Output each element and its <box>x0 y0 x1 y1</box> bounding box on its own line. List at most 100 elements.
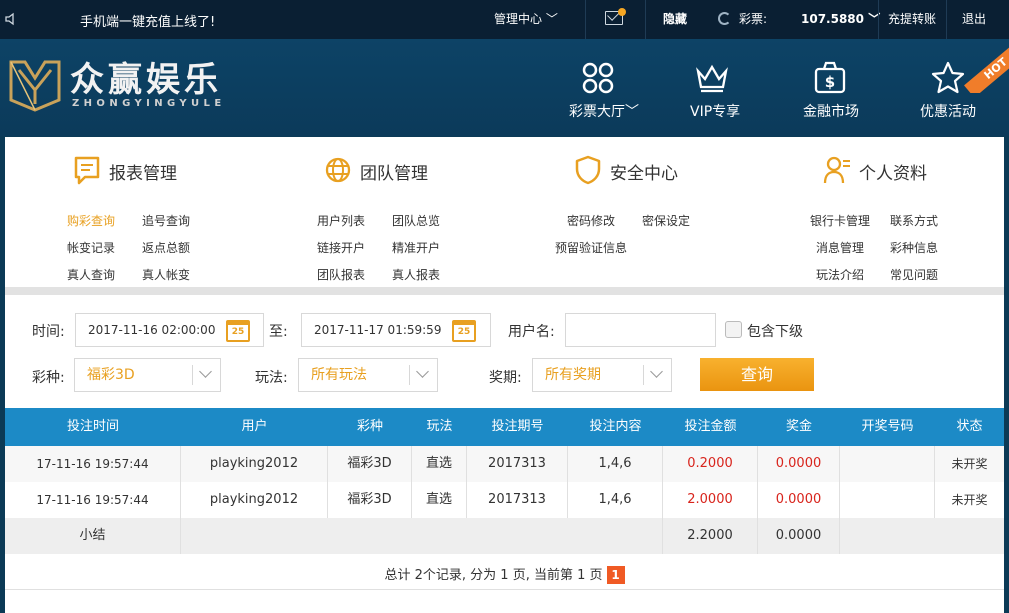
play-select[interactable]: 所有玩法 <box>298 358 438 392</box>
table-row[interactable]: 17-11-16 19:57:44 playking2012 福彩3D 直选 2… <box>5 482 1004 518</box>
col-user[interactable]: 用户 <box>181 408 328 446</box>
logo-icon[interactable] <box>7 56 63 112</box>
link-bet-query[interactable]: 购彩查询 <box>67 212 115 229</box>
cell-amount: 0.2000 <box>663 446 758 482</box>
section-title-team: 团队管理 <box>360 164 428 184</box>
link-team-overview[interactable]: 团队总览 <box>392 212 440 229</box>
username-input[interactable] <box>565 313 716 347</box>
cell-play: 直选 <box>412 446 467 482</box>
separator <box>946 0 947 39</box>
link-live-query[interactable]: 真人查询 <box>67 266 115 283</box>
issue-select[interactable]: 所有奖期 <box>532 358 672 392</box>
cell-issue: 2017313 <box>467 446 568 482</box>
issue-select-value: 所有奖期 <box>545 367 601 383</box>
lottery-select[interactable]: 福彩3D <box>74 358 221 392</box>
username-label: 用户名: <box>508 324 555 340</box>
cell-bet-time: 17-11-16 19:57:44 <box>5 482 181 518</box>
calendar-icon[interactable]: 25 <box>452 320 476 342</box>
link-lottery-info[interactable]: 彩种信息 <box>890 239 938 256</box>
col-play[interactable]: 玩法 <box>412 408 467 446</box>
chevron-down-icon: ﹀ <box>542 12 558 26</box>
subtotal-spacer <box>181 518 663 554</box>
chevron-down-icon: ﹀ <box>625 104 639 120</box>
logout-button[interactable]: 退出 <box>962 0 986 39</box>
col-amount[interactable]: 投注金额 <box>663 408 758 446</box>
col-issue[interactable]: 投注期号 <box>467 408 568 446</box>
chevron-down-icon <box>643 365 671 385</box>
table-header: 投注时间 用户 彩种 玩法 投注期号 投注内容 投注金额 奖金 开奖号码 状态 <box>5 408 1004 446</box>
pagination: 总计 2个记录, 分为 1 页, 当前第 1 页1 <box>5 564 1004 584</box>
table-row[interactable]: 17-11-16 19:57:44 playking2012 福彩3D 直选 2… <box>5 446 1004 482</box>
section-title-profile: 个人资料 <box>859 164 927 184</box>
nav-promotions[interactable]: 优惠活动 <box>920 101 976 121</box>
link-team-report[interactable]: 团队报表 <box>317 266 365 283</box>
crown-icon[interactable] <box>695 63 729 93</box>
balance-value: 107.5880 <box>801 12 865 26</box>
subtotal-empty <box>840 518 1004 554</box>
cell-play: 直选 <box>412 482 467 518</box>
cell-bonus: 0.0000 <box>758 482 840 518</box>
nav-finance[interactable]: 金融市场 <box>803 101 859 121</box>
link-precise-signup[interactable]: 精准开户 <box>392 239 440 256</box>
link-chase-query[interactable]: 追号查询 <box>142 212 190 229</box>
shield-icon <box>575 155 601 185</box>
col-lottery[interactable]: 彩种 <box>328 408 412 446</box>
col-content[interactable]: 投注内容 <box>568 408 663 446</box>
separator <box>645 0 646 39</box>
nav-label: 彩票大厅 <box>569 104 625 120</box>
hide-balance-button[interactable]: 隐藏 <box>663 0 687 39</box>
link-live-report[interactable]: 真人报表 <box>392 266 440 283</box>
link-play-guide[interactable]: 玩法介绍 <box>816 266 864 283</box>
cell-draw-number <box>840 446 935 482</box>
link-reserved-verification[interactable]: 预留验证信息 <box>555 239 627 256</box>
main-panel: 报表管理 购彩查询 追号查询 帐变记录 返点总额 真人查询 真人帐变 团队管理 … <box>5 137 1004 613</box>
grid-icon[interactable] <box>581 61 615 95</box>
play-select-value: 所有玩法 <box>311 367 367 383</box>
link-bank-card[interactable]: 银行卡管理 <box>810 212 870 229</box>
balance-menu[interactable]: 107.5880 ﹀ <box>801 0 880 39</box>
link-live-account[interactable]: 真人帐变 <box>142 266 190 283</box>
manage-center-label: 管理中心 <box>494 12 543 26</box>
notice-text[interactable]: 手机端一键充值上线了! <box>80 11 215 30</box>
col-status[interactable]: 状态 <box>935 408 1004 446</box>
cell-lottery: 福彩3D <box>328 482 412 518</box>
link-account-changes[interactable]: 帐变记录 <box>67 239 115 256</box>
lottery-label: 彩种: <box>32 370 65 386</box>
col-bonus[interactable]: 奖金 <box>758 408 840 446</box>
nav-vip[interactable]: VIP专享 <box>690 101 740 121</box>
calendar-icon[interactable]: 25 <box>226 320 250 342</box>
globe-icon <box>325 157 351 183</box>
cell-bonus: 0.0000 <box>758 446 840 482</box>
to-label: 至: <box>269 324 288 340</box>
play-label: 玩法: <box>255 370 288 386</box>
query-button[interactable]: 查询 <box>700 358 814 391</box>
include-sub-checkbox[interactable] <box>725 321 742 338</box>
link-change-password[interactable]: 密码修改 <box>567 212 615 229</box>
cell-issue: 2017313 <box>467 482 568 518</box>
col-bet-time[interactable]: 投注时间 <box>5 408 181 446</box>
link-link-signup[interactable]: 链接开户 <box>317 239 365 256</box>
logo-text[interactable]: 众赢娱乐 <box>70 52 222 101</box>
page-button-current[interactable]: 1 <box>606 566 625 584</box>
refresh-icon[interactable] <box>718 12 731 25</box>
hot-ribbon: HOT <box>955 39 1009 93</box>
include-sub-label: 包含下级 <box>747 324 803 340</box>
manage-center-menu[interactable]: 管理中心 ﹀ <box>494 0 558 39</box>
nav-lottery-hall[interactable]: 彩票大厅﹀ <box>569 101 639 121</box>
link-contact[interactable]: 联系方式 <box>890 212 938 229</box>
link-messages[interactable]: 消息管理 <box>816 239 864 256</box>
chevron-down-icon <box>192 365 220 385</box>
link-rebate-total[interactable]: 返点总额 <box>142 239 190 256</box>
svg-text:$: $ <box>825 73 835 91</box>
link-user-list[interactable]: 用户列表 <box>317 212 365 229</box>
link-security-question[interactable]: 密保设定 <box>642 212 690 229</box>
user-profile-icon <box>823 156 850 184</box>
cell-bet-time: 17-11-16 19:57:44 <box>5 446 181 482</box>
transfer-button[interactable]: 充提转账 <box>888 0 936 39</box>
link-faq[interactable]: 常见问题 <box>890 266 938 283</box>
col-draw-number[interactable]: 开奖号码 <box>840 408 935 446</box>
speaker-icon <box>5 12 14 26</box>
unread-dot <box>618 8 626 16</box>
subtotal-bonus: 0.0000 <box>758 518 840 554</box>
money-bag-icon[interactable]: $ <box>813 60 847 94</box>
